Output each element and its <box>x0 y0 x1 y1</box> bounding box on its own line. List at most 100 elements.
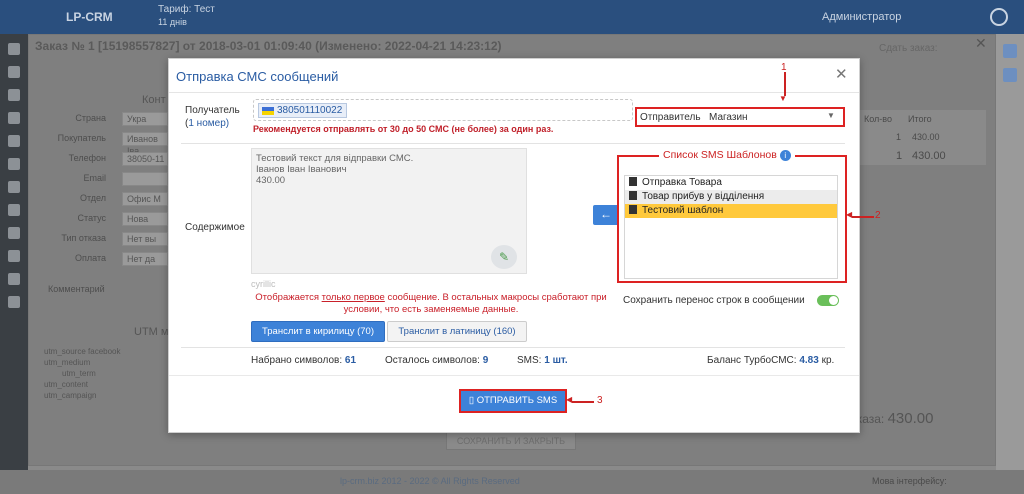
box-icon[interactable] <box>8 89 20 101</box>
left-count: Осталось символов: 9 <box>385 355 488 366</box>
country-field[interactable]: Укра <box>122 112 168 126</box>
templates-title: Список SMS Шаблонов i <box>659 149 795 161</box>
home-icon[interactable] <box>8 158 20 170</box>
message-textarea[interactable]: Тестовий текст для відправки СМС. Іванов… <box>251 148 527 274</box>
template-label: Товар прибув у відділення <box>642 191 765 202</box>
template-item-selected[interactable]: Тестовий шаблон <box>625 204 837 218</box>
arrow-left-icon[interactable]: ← <box>593 205 619 225</box>
translit-cyrillic-button[interactable]: Транслит в кирилицу (70) <box>251 321 385 342</box>
recipient-label-text: Получатель <box>185 105 240 116</box>
save-close-button[interactable]: СОХРАНИТЬ И ЗАКРЫТЬ <box>446 432 576 450</box>
encoding-label: cyrillic <box>251 279 276 289</box>
document-icon[interactable] <box>8 181 20 193</box>
table-header: Итого <box>908 114 932 124</box>
megaphone-icon[interactable] <box>8 227 20 239</box>
stat-value: 61 <box>344 355 357 366</box>
table-cell: 430.00 <box>912 132 940 142</box>
copyright: lp-crm.biz 2012 - 2022 © All Rights Rese… <box>340 476 520 486</box>
total-value: 430.00 <box>887 410 934 427</box>
message-line: Тестовий текст для відправки СМС. <box>256 153 414 164</box>
send-sms-button[interactable]: ▯ ОТПРАВИТЬ SMS <box>459 389 567 413</box>
logout-icon[interactable] <box>990 8 1008 26</box>
edit-icon[interactable]: ✎ <box>491 245 517 269</box>
can-save-toggle[interactable]: Сдать заказ: <box>879 43 938 54</box>
template-item[interactable]: Товар прибув у відділення <box>625 190 837 204</box>
form-label: Статус <box>77 213 106 223</box>
recipient-label: Получатель (1 номер) <box>185 105 240 129</box>
utm-key: utm_term <box>62 369 96 378</box>
tariff-label: Тариф: Тест <box>158 4 215 15</box>
divider <box>181 143 845 144</box>
template-item[interactable]: Отправка Товара <box>625 176 837 190</box>
form-label: Покупатель <box>57 133 106 143</box>
stat-value: 1 шт. <box>544 355 568 366</box>
note-text: Отображается <box>255 292 322 303</box>
balance: Баланс ТурбоСМС: 4.83 кр. <box>707 355 834 366</box>
utm-value: facebook <box>88 347 121 356</box>
payment-field[interactable]: Нет да <box>122 252 168 266</box>
monitor-icon[interactable] <box>8 43 20 55</box>
save-linebreaks-label: Сохранить перенос строк в сообщении <box>623 295 805 306</box>
macro-note: Отображается только первое сообщение. В … <box>251 292 611 316</box>
arrow-down-icon: ▼ <box>779 94 787 103</box>
filter-icon[interactable] <box>1003 44 1017 58</box>
form-label: Телефон <box>68 153 106 163</box>
cart-icon[interactable] <box>8 66 20 78</box>
stat-label: Набрано символов: <box>251 355 343 366</box>
table-cell: 1 <box>896 132 902 142</box>
table-cell: 1 <box>896 150 903 162</box>
help-icon[interactable] <box>8 273 20 285</box>
message-line: 430.00 <box>256 175 286 186</box>
user-menu[interactable]: Администратор <box>822 11 901 23</box>
templates-panel: Список SMS Шаблонов i Отправка Товара То… <box>617 149 847 283</box>
recipient-chip[interactable]: 380501110022 <box>258 103 348 118</box>
settings-icon[interactable] <box>8 250 20 262</box>
translit-latin-button[interactable]: Транслит в латиницу (160) <box>387 321 527 342</box>
email-field[interactable] <box>122 172 168 186</box>
annotation-arrow <box>852 216 874 218</box>
status-field[interactable]: Нова <box>122 212 168 226</box>
stat-label: Осталось символов: <box>385 355 480 366</box>
order-title: Заказ № 1 [15198557827] от 2018-03-01 01… <box>35 39 502 53</box>
template-label: Отправка Товара <box>642 177 722 188</box>
language-label[interactable]: Мова інтерфейсу: <box>872 476 947 486</box>
sms-count: SMS: 1 шт. <box>517 355 568 366</box>
right-sidebar <box>996 34 1024 470</box>
reject-type-field[interactable]: Нет вы <box>122 232 168 246</box>
utm-key: utm_campaign <box>44 391 97 400</box>
user-icon[interactable] <box>8 112 20 124</box>
utm-header: UTM м <box>134 326 169 338</box>
department-field[interactable]: Офис М <box>122 192 168 206</box>
recipient-count-text: номер) <box>193 118 230 129</box>
content-label: Содержимое <box>185 222 245 233</box>
utm-key: utm_medium <box>44 358 91 367</box>
form-label: Отдел <box>79 193 106 203</box>
stat-unit: кр. <box>821 355 835 366</box>
templates-list: Отправка Товара Товар прибув у відділенн… <box>624 175 838 279</box>
truck-icon[interactable] <box>8 135 20 147</box>
template-label: Тестовий шаблон <box>642 205 724 216</box>
phone-field[interactable]: 38050-11 <box>122 152 168 166</box>
close-icon[interactable]: ✕ <box>835 65 848 83</box>
buyer-field[interactable]: Иванов Іва <box>122 132 168 156</box>
folder-icon[interactable] <box>8 296 20 308</box>
sender-value: Магазин <box>709 112 748 123</box>
send-sms-label: ОТПРАВИТЬ SMS <box>476 395 558 406</box>
order-form-labels: Страна Покупатель Телефон Email Отдел Ст… <box>40 108 106 268</box>
recipient-box[interactable]: 380501110022 <box>253 99 633 121</box>
sender-select[interactable]: Отправитель Магазин ▼ <box>635 107 845 127</box>
save-linebreaks-toggle[interactable] <box>817 295 839 306</box>
info-icon[interactable]: i <box>779 149 791 161</box>
table-header: Кол-во <box>864 114 892 124</box>
ukraine-flag-icon <box>262 107 274 115</box>
document-icon <box>629 191 637 200</box>
app-logo[interactable]: LP-CRM <box>66 10 113 24</box>
typed-count: Набрано символов: 61 <box>251 355 356 366</box>
sms-icon: ▯ <box>468 395 475 406</box>
close-icon[interactable]: ✕ <box>975 35 987 52</box>
top-bar: LP-CRM Тариф: Тест 11 днів Администратор <box>0 0 1024 34</box>
play-icon[interactable] <box>1003 68 1017 82</box>
form-label: Страна <box>75 113 106 123</box>
footer: lp-crm.biz 2012 - 2022 © All Rights Rese… <box>0 470 1024 494</box>
chart-icon[interactable] <box>8 204 20 216</box>
